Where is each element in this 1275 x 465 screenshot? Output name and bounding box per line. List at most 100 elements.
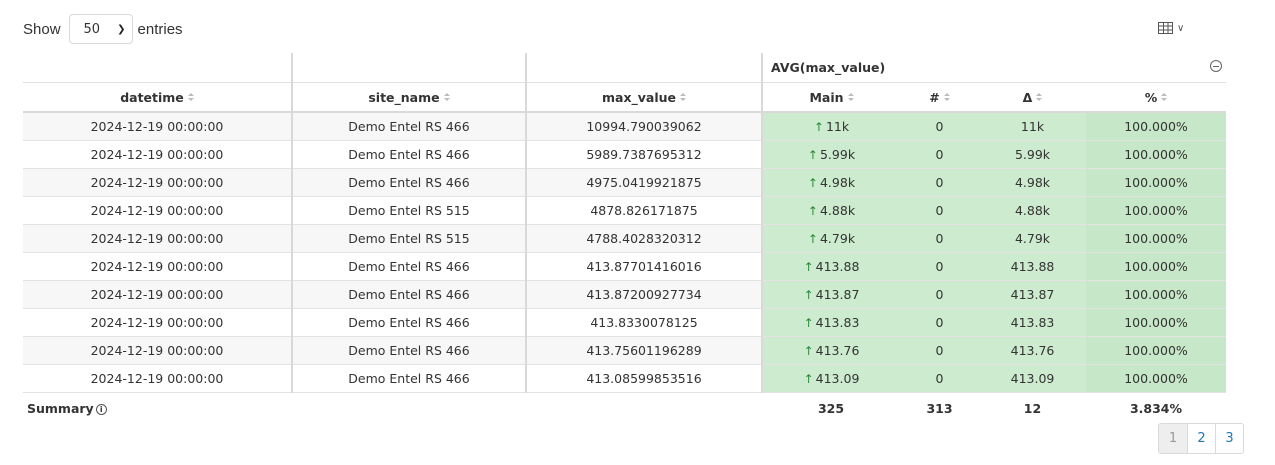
column-header-datetime[interactable]: datetime [23, 82, 293, 113]
cell-count: 0 [900, 280, 979, 309]
cell-max-value: 4788.4028320312 [526, 224, 763, 253]
arrow-up-icon: ↑ [813, 120, 824, 134]
cell-datetime: 2024-12-19 00:00:00 [23, 140, 293, 169]
cell-main: ↑ 4.98k [762, 168, 900, 197]
chevron-down-icon: ❯ [117, 23, 126, 35]
cell-percent: 100.000% [1086, 280, 1227, 309]
cell-max-value: 413.75601196289 [526, 336, 763, 365]
cell-delta: 4.98k [979, 168, 1086, 197]
cell-count: 0 [900, 168, 979, 197]
group-header-empty [526, 53, 763, 83]
chevron-down-icon: ∨ [1177, 22, 1185, 34]
cell-delta: 4.79k [979, 224, 1086, 253]
entries-select[interactable]: 50 ❯ [68, 14, 133, 44]
table-body: 2024-12-19 00:00:00 Demo Entel RS 466 10… [23, 112, 1227, 393]
cell-max-value: 4878.826171875 [526, 196, 763, 225]
summary-label: Summary i [23, 392, 292, 423]
cell-main: ↑ 5.99k [762, 140, 900, 169]
info-icon[interactable]: i [95, 403, 107, 415]
arrow-up-icon: ↑ [807, 232, 818, 246]
cell-datetime: 2024-12-19 00:00:00 [23, 280, 293, 309]
column-header-main[interactable]: Main [762, 82, 900, 113]
pagination: 1 2 3 [1158, 423, 1244, 454]
cell-max-value: 413.8330078125 [526, 308, 763, 337]
page-button-3[interactable]: 3 [1215, 424, 1243, 453]
table-row: 2024-12-19 00:00:00 Demo Entel RS 466 41… [23, 252, 1227, 281]
summary-count: 313 [900, 392, 979, 423]
cell-datetime: 2024-12-19 00:00:00 [23, 308, 293, 337]
column-toggle-button[interactable]: ∨ [1158, 22, 1184, 34]
column-header-max-value[interactable]: max_value [526, 82, 763, 113]
cell-delta: 413.09 [979, 364, 1086, 393]
data-table: AVG(max_value) datetime site_name max_va… [23, 53, 1227, 423]
cell-percent: 100.000% [1086, 336, 1227, 365]
cell-site-name: Demo Entel RS 515 [292, 196, 527, 225]
cell-delta: 4.88k [979, 196, 1086, 225]
arrow-up-icon: ↑ [807, 204, 818, 218]
arrow-up-icon: ↑ [803, 260, 814, 274]
group-header-label: AVG(max_value) [771, 60, 886, 75]
group-header-empty [292, 53, 527, 83]
sort-icon [1036, 93, 1042, 101]
group-header-row: AVG(max_value) [23, 53, 1227, 83]
sort-icon [680, 93, 686, 101]
cell-main: ↑ 413.83 [762, 308, 900, 337]
column-header-delta[interactable]: Δ [979, 82, 1086, 113]
cell-max-value: 10994.790039062 [526, 112, 763, 141]
table-row: 2024-12-19 00:00:00 Demo Entel RS 466 41… [23, 308, 1227, 337]
cell-main: ↑ 413.09 [762, 364, 900, 393]
cell-count: 0 [900, 364, 979, 393]
column-header-row: datetime site_name max_value Main # Δ % [23, 82, 1227, 113]
cell-main: ↑ 413.76 [762, 336, 900, 365]
column-header-percent[interactable]: % [1086, 82, 1227, 113]
cell-datetime: 2024-12-19 00:00:00 [23, 336, 293, 365]
cell-delta: 413.87 [979, 280, 1086, 309]
cell-percent: 100.000% [1086, 224, 1227, 253]
cell-site-name: Demo Entel RS 466 [292, 140, 527, 169]
cell-site-name: Demo Entel RS 466 [292, 308, 527, 337]
table-row: 2024-12-19 00:00:00 Demo Entel RS 466 49… [23, 168, 1227, 197]
entries-label: entries [137, 20, 183, 38]
group-header-empty [23, 53, 293, 83]
cell-datetime: 2024-12-19 00:00:00 [23, 224, 293, 253]
cell-max-value: 413.87701416016 [526, 252, 763, 281]
length-control: Show 50 ❯ entries [23, 14, 183, 44]
show-label: Show [23, 20, 61, 38]
cell-main: ↑ 413.88 [762, 252, 900, 281]
arrow-up-icon: ↑ [803, 288, 814, 302]
minus-circle-icon[interactable] [1210, 60, 1223, 72]
table-row: 2024-12-19 00:00:00 Demo Entel RS 466 41… [23, 364, 1227, 393]
page-button-2[interactable]: 2 [1187, 424, 1215, 453]
page-button-1[interactable]: 1 [1159, 424, 1187, 453]
cell-main: ↑ 11k [762, 112, 900, 141]
cell-datetime: 2024-12-19 00:00:00 [23, 252, 293, 281]
cell-percent: 100.000% [1086, 308, 1227, 337]
cell-datetime: 2024-12-19 00:00:00 [23, 196, 293, 225]
summary-row: Summary i 325 313 12 3.834% [23, 392, 1227, 423]
cell-site-name: Demo Entel RS 466 [292, 336, 527, 365]
arrow-up-icon: ↑ [803, 372, 814, 386]
cell-percent: 100.000% [1086, 364, 1227, 393]
summary-percent: 3.834% [1086, 392, 1227, 423]
cell-datetime: 2024-12-19 00:00:00 [23, 168, 293, 197]
table-row: 2024-12-19 00:00:00 Demo Entel RS 515 47… [23, 224, 1227, 253]
table-row: 2024-12-19 00:00:00 Demo Entel RS 466 41… [23, 336, 1227, 365]
cell-count: 0 [900, 336, 979, 365]
cell-main: ↑ 4.79k [762, 224, 900, 253]
summary-delta: 12 [979, 392, 1086, 423]
cell-max-value: 5989.7387695312 [526, 140, 763, 169]
cell-max-value: 413.87200927734 [526, 280, 763, 309]
cell-delta: 413.76 [979, 336, 1086, 365]
cell-percent: 100.000% [1086, 168, 1227, 197]
cell-site-name: Demo Entel RS 466 [292, 252, 527, 281]
cell-site-name: Demo Entel RS 466 [292, 280, 527, 309]
cell-site-name: Demo Entel RS 466 [292, 112, 527, 141]
arrow-up-icon: ↑ [807, 176, 818, 190]
cell-delta: 11k [979, 112, 1086, 141]
column-header-site-name[interactable]: site_name [292, 82, 527, 113]
cell-site-name: Demo Entel RS 515 [292, 224, 527, 253]
column-header-count[interactable]: # [900, 82, 979, 113]
cell-percent: 100.000% [1086, 140, 1227, 169]
cell-count: 0 [900, 196, 979, 225]
sort-icon [1161, 93, 1167, 101]
